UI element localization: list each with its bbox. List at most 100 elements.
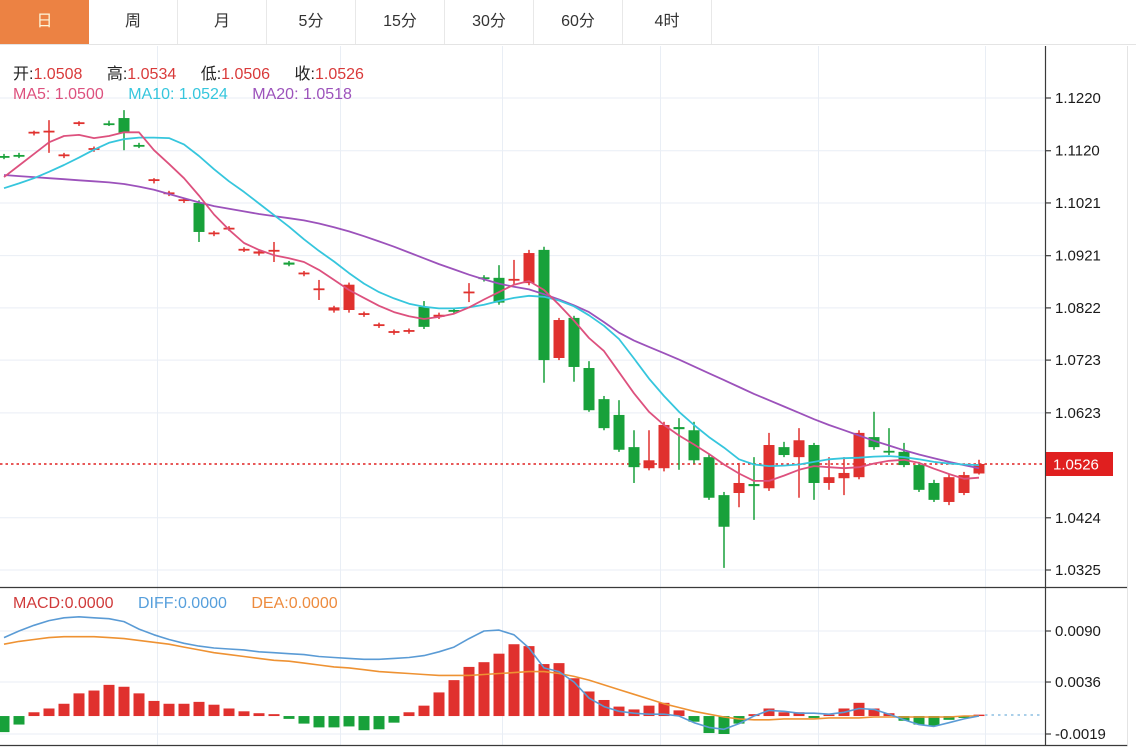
candle-body (734, 483, 745, 493)
macd-bar (179, 704, 190, 716)
candle-body (704, 457, 715, 498)
candle-body (14, 155, 25, 157)
diff-value-legend: DIFF:0.0000 (138, 595, 227, 612)
candle-body (584, 368, 595, 410)
candle-body (599, 399, 610, 428)
tab-month[interactable]: 月 (178, 0, 267, 44)
candle-body (779, 447, 790, 455)
macd-bar (344, 716, 355, 726)
candle-body (884, 451, 895, 453)
tab-day[interactable]: 日 (0, 0, 89, 44)
tab-15min[interactable]: 15分 (356, 0, 445, 44)
candle-body (539, 250, 550, 360)
macd-bar (449, 680, 460, 716)
macd-bar (494, 654, 505, 716)
axis-tick-label: 1.0723 (1055, 352, 1101, 369)
candle-body (614, 415, 625, 450)
macd-bar (314, 716, 325, 727)
macd-bar (254, 713, 265, 716)
dea-value-legend: DEA:0.0000 (251, 595, 337, 612)
axis-tick-label: 1.0921 (1055, 248, 1101, 265)
ohlc-legend: 开:1.0508 高:1.0534 低:1.0506 收:1.0526 (13, 60, 384, 84)
candle-body (839, 473, 850, 478)
macd-bar (569, 678, 580, 716)
candle-body (809, 445, 820, 483)
candle-body (119, 118, 130, 133)
macd-bar (704, 716, 715, 733)
candle-body (629, 447, 640, 467)
macd-bar (59, 704, 70, 716)
macd-bar (284, 716, 295, 719)
macd-bar (269, 714, 280, 716)
candle-body (149, 179, 160, 181)
candle-body (284, 263, 295, 265)
tab-week[interactable]: 周 (89, 0, 178, 44)
axis-tick-label: -0.0019 (1055, 726, 1106, 743)
macd-bar (719, 716, 730, 734)
macd-bar (509, 644, 520, 716)
candle-body (359, 313, 370, 315)
macd-bar (89, 691, 100, 717)
candle-body (419, 307, 430, 327)
candle-body (509, 279, 520, 281)
ma10-line (4, 138, 979, 467)
candle-body (194, 203, 205, 232)
macd-legend: MACD:0.0000 DIFF:0.0000 DEA:0.0000 (13, 595, 358, 613)
tab-30min[interactable]: 30分 (445, 0, 534, 44)
candle-body (74, 122, 85, 124)
candlestick-chart-canvas[interactable]: 1.12201.11201.10211.09211.08221.07231.06… (0, 45, 1136, 751)
candle-body (209, 232, 220, 234)
candle-body (929, 483, 940, 500)
candle-body (374, 324, 385, 326)
macd-bar (464, 667, 475, 716)
macd-bar (434, 692, 445, 716)
low-legend: 低:1.0506 (201, 66, 270, 83)
ma5-legend: MA5: 1.0500 (13, 86, 104, 103)
axis-tick-label: 1.1220 (1055, 90, 1101, 107)
candle-body (944, 477, 955, 502)
macd-bar (329, 716, 340, 727)
macd-bar (374, 716, 385, 729)
macd-bar (584, 691, 595, 716)
candle-body (239, 249, 250, 251)
tab-60min[interactable]: 60分 (534, 0, 623, 44)
macd-bar (149, 701, 160, 716)
macd-bar (239, 711, 250, 716)
ma5-line (4, 132, 979, 481)
macd-bar (194, 702, 205, 716)
candle-body (719, 495, 730, 527)
macd-bar (299, 716, 310, 724)
candle-body (389, 331, 400, 333)
macd-bar (224, 708, 235, 716)
candle-body (914, 465, 925, 490)
candle-body (134, 145, 145, 147)
macd-bar (359, 716, 370, 730)
candle-body (269, 250, 280, 252)
candle-body (644, 460, 655, 468)
ma10-legend: MA10: 1.0524 (128, 86, 228, 103)
close-legend: 收:1.0526 (295, 66, 364, 83)
axis-tick-label: 0.0036 (1055, 674, 1101, 691)
axis-tick-label: 1.1021 (1055, 195, 1101, 212)
axis-tick-label: 1.0424 (1055, 510, 1101, 527)
trading-chart-app: 日周月5分15分30分60分4时 1.1220 1.1120 1.1021 1.092… (0, 0, 1136, 751)
macd-bar (209, 705, 220, 716)
high-legend: 高:1.0534 (107, 66, 176, 83)
macd-bar (164, 704, 175, 716)
axis-tick-label: 1.1120 (1055, 143, 1100, 160)
tab-4hour[interactable]: 4时 (623, 0, 712, 44)
current-price-badge-label: 1.0526 (1053, 456, 1099, 473)
ma20-legend: MA20: 1.0518 (252, 86, 352, 103)
macd-bar (134, 693, 145, 716)
timeframe-tabs: 日周月5分15分30分60分4时 (0, 0, 1136, 45)
tab-5min[interactable]: 5分 (267, 0, 356, 44)
macd-bar (0, 716, 10, 732)
macd-bar (524, 646, 535, 716)
ma20-line (4, 175, 979, 468)
axis-tick-label: 1.0325 (1055, 562, 1101, 579)
macd-bar (389, 716, 400, 723)
macd-bar (14, 716, 25, 725)
macd-bar (404, 712, 415, 716)
candle-body (554, 320, 565, 358)
macd-value-legend: MACD:0.0000 (13, 595, 114, 612)
